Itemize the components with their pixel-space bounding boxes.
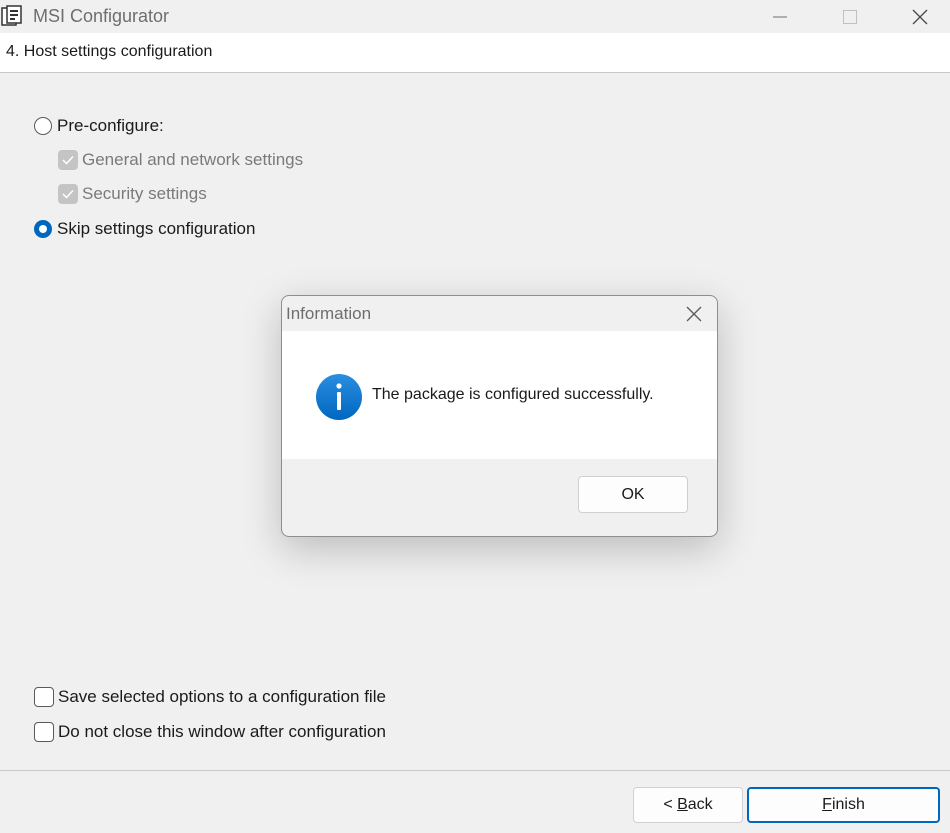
- back-button[interactable]: < Back: [633, 787, 743, 823]
- general-network-option: General and network settings: [58, 150, 303, 170]
- save-file-label: Save selected options to a configuration…: [58, 687, 386, 706]
- step-title: 4. Host settings configuration: [6, 43, 213, 60]
- ok-button[interactable]: OK: [578, 476, 688, 513]
- back-label-rest: ack: [687, 796, 713, 813]
- keep-open-option[interactable]: Do not close this window after configura…: [34, 722, 386, 742]
- maximize-icon: [843, 9, 857, 24]
- close-button[interactable]: [885, 0, 950, 33]
- skip-label: Skip settings configuration: [57, 219, 256, 238]
- preconfigure-radio[interactable]: [34, 117, 52, 135]
- dialog-title: Information: [286, 304, 372, 323]
- save-file-checkbox[interactable]: [34, 687, 54, 707]
- back-prefix: <: [663, 796, 678, 813]
- step-header: 4. Host settings configuration: [0, 33, 950, 73]
- security-checkbox: [58, 184, 78, 204]
- information-dialog: Information The package is configured su…: [281, 295, 718, 537]
- back-accesskey: B: [677, 796, 688, 813]
- dialog-body: The package is configured successfully.: [282, 331, 717, 459]
- close-icon: [912, 9, 928, 24]
- footer-divider: [0, 770, 950, 771]
- save-file-option[interactable]: Save selected options to a configuration…: [34, 687, 386, 707]
- maximize-button[interactable]: [815, 0, 885, 33]
- minimize-icon: [773, 16, 787, 17]
- preconfigure-label: Pre-configure:: [57, 116, 164, 135]
- preconfigure-option[interactable]: Pre-configure:: [34, 116, 164, 136]
- general-network-label: General and network settings: [82, 150, 304, 169]
- dialog-close-icon[interactable]: [685, 305, 703, 323]
- skip-option[interactable]: Skip settings configuration: [34, 219, 255, 239]
- window-title: MSI Configurator: [33, 6, 170, 26]
- app-icon: [1, 5, 22, 26]
- title-bar: MSI Configurator: [0, 0, 950, 33]
- general-network-checkbox: [58, 150, 78, 170]
- minimize-button[interactable]: [745, 0, 815, 33]
- dialog-message: The package is configured successfully.: [372, 386, 654, 403]
- finish-button[interactable]: Finish: [747, 787, 940, 823]
- checkmark-icon: [62, 155, 74, 165]
- finish-accesskey: F: [822, 796, 832, 813]
- skip-radio[interactable]: [34, 220, 52, 238]
- finish-label-rest: inish: [831, 796, 865, 813]
- security-option: Security settings: [58, 184, 207, 204]
- keep-open-checkbox[interactable]: [34, 722, 54, 742]
- keep-open-label: Do not close this window after configura…: [58, 722, 386, 741]
- security-label: Security settings: [82, 184, 207, 203]
- info-icon: [316, 374, 362, 420]
- checkmark-icon: [62, 189, 74, 199]
